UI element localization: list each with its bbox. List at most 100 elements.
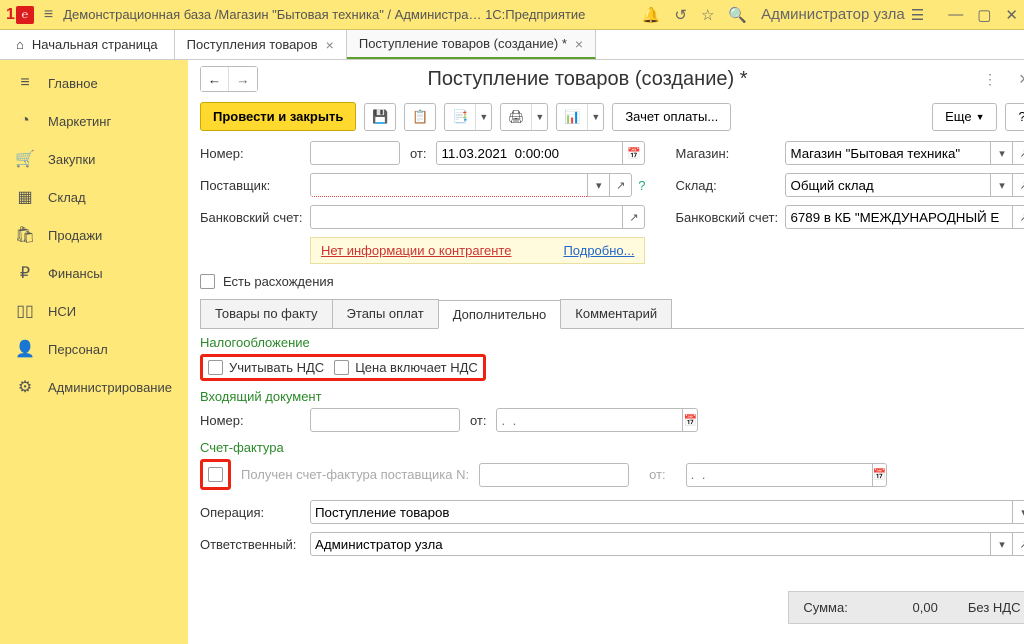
responsible-input[interactable]: [310, 532, 992, 556]
subtab-goods[interactable]: Товары по факту: [200, 299, 333, 328]
home-icon: ⌂: [16, 37, 24, 52]
warning-text: Нет информации о контрагенте: [321, 243, 512, 258]
tab-home[interactable]: ⌂ Начальная страница: [0, 30, 175, 59]
supplier-input[interactable]: [310, 173, 588, 197]
page-title: Поступление товаров (создание) *: [268, 68, 967, 91]
doc-close-icon[interactable]: ×: [1013, 69, 1024, 90]
bank-left-input[interactable]: [310, 205, 624, 229]
vat-account-checkbox[interactable]: [208, 360, 223, 375]
tab-receipts-list[interactable]: Поступления товаров ×: [175, 30, 347, 59]
gear-icon: ⚙: [16, 378, 34, 396]
sidebar-item-purchases[interactable]: 🛒Закупки: [0, 140, 188, 178]
chevron-down-icon[interactable]: ▼: [587, 104, 603, 130]
more-button[interactable]: Еще ▼: [932, 103, 997, 131]
subtab-payments[interactable]: Этапы оплат: [332, 299, 439, 328]
subtab-additional[interactable]: Дополнительно: [438, 300, 562, 329]
chevron-down-icon[interactable]: ▼: [531, 104, 547, 130]
label-supplier: Поставщик:: [200, 178, 310, 193]
titlebar: 1℮ ≡ Демонстрационная база /Магазин "Быт…: [0, 0, 1024, 30]
print-button[interactable]: 🖨▼: [500, 103, 548, 131]
sidebar-item-finance[interactable]: ₽Финансы: [0, 254, 188, 292]
menu-icon: ≡: [16, 74, 34, 92]
user-name: Администратор узла: [761, 6, 905, 23]
number-input[interactable]: [310, 141, 400, 165]
label-operation: Операция:: [200, 505, 310, 520]
copy-icon: 📑: [445, 104, 475, 130]
open-icon[interactable]: ↗: [1013, 173, 1024, 197]
chevron-down-icon[interactable]: ▼: [475, 104, 491, 130]
help-icon[interactable]: ?: [638, 178, 645, 193]
counterparty-warning: Нет информации о контрагенте Подробно...: [310, 237, 646, 264]
dropdown-icon[interactable]: ▾: [588, 173, 610, 197]
offset-button[interactable]: Зачет оплаты...: [612, 103, 731, 131]
search-icon[interactable]: 🔍: [728, 6, 747, 24]
indoc-number-input[interactable]: [310, 408, 460, 432]
discrepancies-checkbox[interactable]: [200, 274, 215, 289]
invoice-number-input: [479, 463, 629, 487]
subtab-comment[interactable]: Комментарий: [560, 299, 672, 328]
bank-right-input[interactable]: [785, 205, 1013, 229]
user-settings-icon[interactable]: ☰: [911, 6, 924, 24]
doc-menu-icon[interactable]: ⋮: [977, 71, 1003, 88]
document-tabs: ⌂ Начальная страница Поступления товаров…: [0, 30, 1024, 60]
sidebar-item-hr[interactable]: 👤Персонал: [0, 330, 188, 368]
doc-toolbar: Провести и закрыть 💾 📋 📑▼ 🖨▼ 📊▼ Зачет оп…: [188, 98, 1024, 141]
invoice-received-label: Получен счет-фактура поставщика N:: [241, 467, 469, 482]
indoc-date-input[interactable]: [496, 408, 683, 432]
sidebar-item-nsi[interactable]: ▯▯НСИ: [0, 292, 188, 330]
nav-forward-button[interactable]: →: [229, 67, 257, 91]
disk-icon: 💾: [365, 104, 395, 130]
dropdown-icon[interactable]: ▾: [991, 141, 1013, 165]
history-icon[interactable]: ↺: [674, 6, 687, 24]
dropdown-icon[interactable]: ▾: [1013, 500, 1024, 524]
open-icon[interactable]: ↗: [1013, 532, 1024, 556]
dropdown-icon[interactable]: ▾: [991, 173, 1013, 197]
tab-home-label: Начальная страница: [32, 37, 158, 52]
chart-icon: ◔: [16, 112, 34, 130]
nav-back-button[interactable]: ←: [201, 67, 229, 91]
warehouse-input[interactable]: [785, 173, 991, 197]
tab-receipt-create[interactable]: Поступление товаров (создание) * ×: [347, 30, 596, 59]
print-icon: 🖨: [501, 104, 531, 130]
save-button[interactable]: 💾: [364, 103, 396, 131]
warning-details-link[interactable]: Подробно...: [563, 243, 634, 258]
invoice-received-checkbox[interactable]: [208, 467, 223, 482]
maximize-icon[interactable]: ▢: [977, 6, 991, 24]
minimize-icon[interactable]: —: [948, 6, 963, 24]
open-icon[interactable]: ↗: [1013, 205, 1024, 229]
sidebar-item-admin[interactable]: ⚙Администрирование: [0, 368, 188, 406]
label-responsible: Ответственный:: [200, 537, 310, 552]
star-icon[interactable]: ☆: [701, 6, 714, 24]
calendar-icon[interactable]: 📅: [683, 408, 698, 432]
sidebar-item-main[interactable]: ≡Главное: [0, 64, 188, 102]
help-button[interactable]: ?: [1005, 103, 1024, 131]
close-icon[interactable]: ✕: [1005, 6, 1018, 24]
dropdown-icon[interactable]: ▾: [991, 532, 1013, 556]
total-sum-label: Сумма:: [803, 600, 847, 615]
calendar-icon[interactable]: 📅: [623, 141, 645, 165]
reports-button[interactable]: 📊▼: [556, 103, 604, 131]
tab-close-icon[interactable]: ×: [575, 36, 583, 52]
user-menu[interactable]: Администратор узла ☰: [761, 6, 924, 24]
invoice-date-input: [686, 463, 873, 487]
submit-close-button[interactable]: Провести и закрыть: [200, 102, 356, 131]
sidebar-item-warehouse[interactable]: ▦Склад: [0, 178, 188, 216]
tab-close-icon[interactable]: ×: [326, 37, 334, 53]
post-button[interactable]: 📋: [404, 103, 436, 131]
vat-highlight: Учитывать НДС Цена включает НДС: [200, 354, 486, 381]
create-based-button[interactable]: 📑▼: [444, 103, 492, 131]
vat-included-checkbox[interactable]: [334, 360, 349, 375]
nav-arrows: ← →: [200, 66, 258, 92]
section-taxation: Налогообложение: [200, 335, 1024, 350]
date-input[interactable]: [436, 141, 623, 165]
bell-icon[interactable]: 🔔: [642, 6, 661, 24]
open-icon[interactable]: ↗: [623, 205, 645, 229]
window-title: Демонстрационная база /Магазин "Бытовая …: [63, 7, 631, 22]
open-icon[interactable]: ↗: [610, 173, 632, 197]
main-menu-icon[interactable]: ≡: [44, 6, 53, 24]
sidebar-item-marketing[interactable]: ◔Маркетинг: [0, 102, 188, 140]
open-icon[interactable]: ↗: [1013, 141, 1024, 165]
shop-input[interactable]: [785, 141, 991, 165]
operation-input[interactable]: [310, 500, 1014, 524]
sidebar-item-sales[interactable]: 🛍Продажи: [0, 216, 188, 254]
